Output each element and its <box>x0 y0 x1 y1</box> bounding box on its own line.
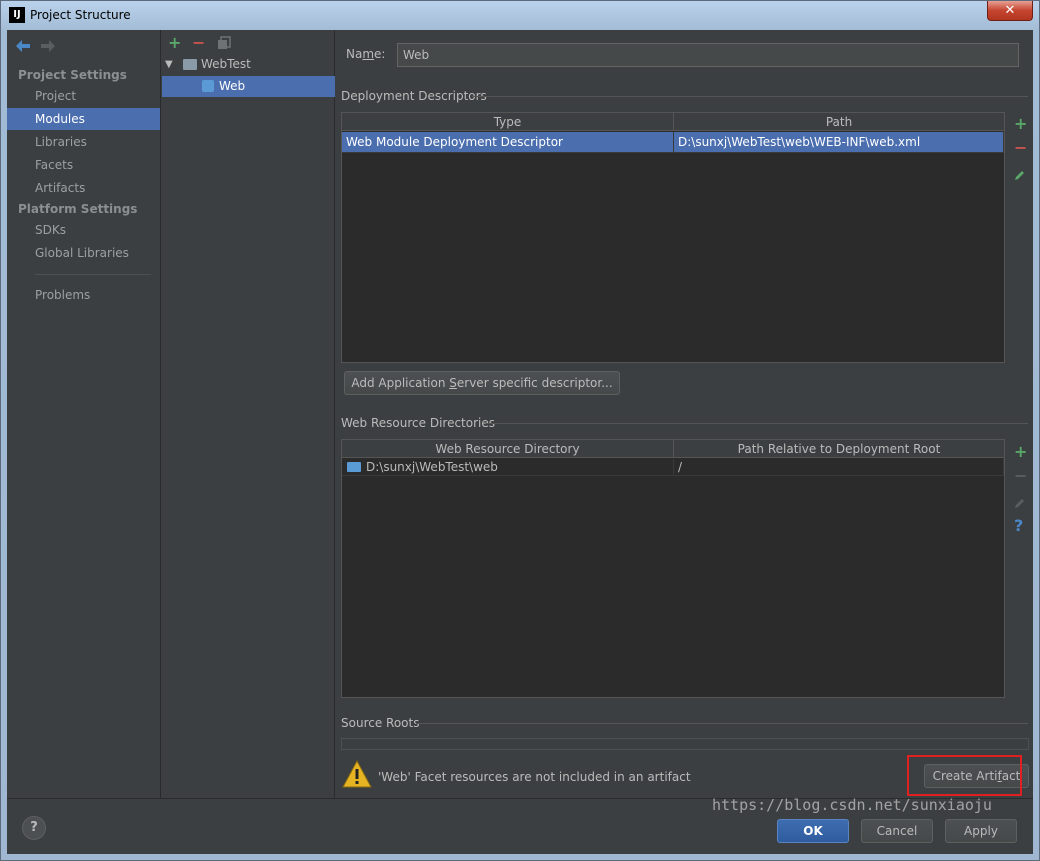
tree-node-label: Web <box>219 79 246 93</box>
add-directory-icon[interactable]: + <box>1014 442 1027 461</box>
table-cell-directory[interactable]: D:\sunxj\WebTest\web <box>342 459 674 476</box>
nav-item-problems[interactable]: Problems <box>7 284 160 306</box>
tree-node-webtest[interactable]: ▼ WebTest <box>162 54 335 75</box>
column-header-path[interactable]: Path <box>674 113 1004 131</box>
add-module-icon[interactable]: + <box>168 33 181 52</box>
warning-icon <box>342 759 372 788</box>
module-tree-panel: + − ▼ WebTest Web <box>162 30 335 798</box>
back-arrow-icon[interactable] <box>15 38 31 57</box>
table-cell-type[interactable]: Web Module Deployment Descriptor <box>342 132 674 153</box>
copy-icon[interactable] <box>217 35 231 54</box>
cancel-button[interactable]: Cancel <box>861 819 933 843</box>
deployment-descriptors-title: Deployment Descriptors <box>341 89 487 103</box>
directory-path-text: D:\sunxj\WebTest\web <box>366 460 498 474</box>
facet-settings-panel: Name: Web Deployment Descriptors Type Pa… <box>336 30 1033 798</box>
help-button[interactable]: ? <box>22 816 46 840</box>
edit-pencil-icon[interactable] <box>1014 494 1026 513</box>
intellij-app-icon: IJ <box>9 7 25 23</box>
web-resource-directories-title: Web Resource Directories <box>341 416 495 430</box>
ok-button[interactable]: OK <box>777 819 849 843</box>
forward-arrow-icon[interactable] <box>40 38 56 57</box>
table-cell-relative-path[interactable]: / <box>674 459 1004 476</box>
group-divider <box>486 423 1028 424</box>
column-header-type[interactable]: Type <box>342 113 674 131</box>
remove-module-icon[interactable]: − <box>192 33 205 52</box>
web-facet-icon <box>202 80 214 92</box>
nav-item-global-libraries[interactable]: Global Libraries <box>7 242 160 264</box>
name-label: Name: <box>346 47 386 61</box>
nav-item-sdks[interactable]: SDKs <box>7 219 160 241</box>
nav-item-libraries[interactable]: Libraries <box>7 131 160 153</box>
module-folder-icon <box>183 59 197 70</box>
source-roots-list[interactable] <box>341 738 1029 750</box>
column-header-web-resource-directory[interactable]: Web Resource Directory <box>342 440 674 458</box>
group-divider <box>472 96 1028 97</box>
tree-node-web[interactable]: Web <box>162 76 335 97</box>
window-title: Project Structure <box>30 8 131 22</box>
close-window-button[interactable]: ✕ <box>987 1 1033 21</box>
tree-node-label: WebTest <box>201 57 251 71</box>
column-header-relative-path[interactable]: Path Relative to Deployment Root <box>674 440 1004 458</box>
nav-item-facets[interactable]: Facets <box>7 154 160 176</box>
resource-side-toolbar: + − ? <box>1007 442 1033 535</box>
group-divider <box>416 723 1028 724</box>
nav-item-modules[interactable]: Modules <box>7 108 160 130</box>
dialog-client-area: Project Settings Project Modules Librari… <box>7 30 1033 854</box>
source-roots-title: Source Roots <box>341 716 420 730</box>
help-question-icon[interactable]: ? <box>1014 516 1023 535</box>
edit-pencil-icon[interactable] <box>1014 166 1026 185</box>
project-settings-header: Project Settings <box>18 68 127 82</box>
add-server-descriptor-button[interactable]: Add Application Server specific descript… <box>344 371 620 395</box>
web-resource-directories-table[interactable]: Web Resource Directory Path Relative to … <box>341 439 1005 698</box>
table-cell-path[interactable]: D:\sunxj\WebTest\web\WEB-INF\web.xml <box>674 132 1004 153</box>
add-descriptor-icon[interactable]: + <box>1014 114 1027 133</box>
warning-message: 'Web' Facet resources are not included i… <box>378 770 691 784</box>
expand-arrow-icon[interactable]: ▼ <box>165 54 173 75</box>
watermark-text: https://blog.csdn.net/sunxiaoju <box>712 796 992 814</box>
remove-directory-icon[interactable]: − <box>1014 466 1027 485</box>
remove-descriptor-icon[interactable]: − <box>1014 138 1027 157</box>
name-field[interactable]: Web <box>397 43 1019 67</box>
nav-item-artifacts[interactable]: Artifacts <box>7 177 160 199</box>
highlight-annotation-box <box>907 755 1022 796</box>
descriptor-side-toolbar: + − <box>1007 114 1033 194</box>
web-folder-icon <box>347 462 361 472</box>
settings-nav: Project Settings Project Modules Librari… <box>7 30 161 798</box>
title-bar[interactable]: IJ Project Structure ✕ <box>1 1 1040 31</box>
apply-button[interactable]: Apply <box>945 819 1017 843</box>
platform-settings-header: Platform Settings <box>18 202 138 216</box>
nav-item-project[interactable]: Project <box>7 85 160 107</box>
deployment-descriptors-table[interactable]: Type Path Web Module Deployment Descript… <box>341 112 1005 363</box>
nav-divider <box>35 274 151 275</box>
